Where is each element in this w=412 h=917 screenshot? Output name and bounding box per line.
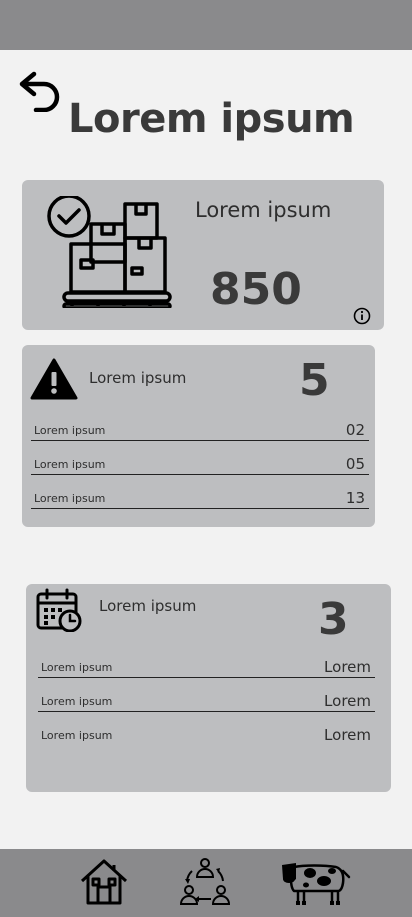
schedule-label: Lorem ipsum	[99, 597, 197, 615]
alert-row-value: 13	[345, 489, 365, 507]
schedule-row[interactable]: Lorem ipsum Lorem	[38, 653, 375, 678]
alert-row-label: Lorem ipsum	[34, 492, 106, 505]
schedule-card[interactable]: Lorem ipsum 3 Lorem ipsum Lorem Lorem ip…	[26, 584, 391, 792]
home-icon[interactable]	[78, 857, 130, 907]
info-icon[interactable]	[353, 307, 371, 325]
schedule-count: 3	[318, 594, 349, 645]
inventory-summary-card[interactable]: Lorem ipsum 850	[22, 180, 384, 330]
alert-row[interactable]: Lorem ipsum 02	[31, 416, 369, 441]
status-bar	[0, 0, 412, 50]
alert-row-label: Lorem ipsum	[34, 424, 106, 437]
people-cycle-icon[interactable]	[180, 857, 230, 907]
alerts-card[interactable]: Lorem ipsum 5 Lorem ipsum 02 Lorem ipsum…	[22, 345, 375, 527]
alert-row[interactable]: Lorem ipsum 05	[31, 450, 369, 475]
schedule-row-label: Lorem ipsum	[41, 729, 113, 742]
alert-row[interactable]: Lorem ipsum 13	[31, 484, 369, 509]
page-title: Lorem ipsum	[68, 96, 355, 142]
back-arrow-icon[interactable]	[16, 70, 62, 112]
summary-value: 850	[210, 264, 302, 315]
warning-icon	[30, 358, 78, 400]
alert-row-value: 02	[345, 421, 365, 439]
alert-row-value: 05	[345, 455, 365, 473]
cow-icon[interactable]	[280, 857, 352, 907]
summary-label: Lorem ipsum	[195, 198, 332, 222]
alert-row-label: Lorem ipsum	[34, 458, 106, 471]
alerts-label: Lorem ipsum	[89, 369, 187, 387]
schedule-row-value: Lorem	[324, 658, 371, 676]
schedule-row-value: Lorem	[324, 726, 371, 744]
schedule-row-label: Lorem ipsum	[41, 661, 113, 674]
schedule-row-value: Lorem	[324, 692, 371, 710]
calendar-clock-icon	[36, 588, 82, 632]
bottom-navigation	[0, 849, 412, 917]
alerts-count: 5	[299, 355, 330, 406]
schedule-row-label: Lorem ipsum	[41, 695, 113, 708]
boxes-pallet-icon	[47, 196, 172, 308]
schedule-row[interactable]: Lorem ipsum Lorem	[38, 687, 375, 712]
schedule-row[interactable]: Lorem ipsum Lorem	[38, 721, 375, 745]
